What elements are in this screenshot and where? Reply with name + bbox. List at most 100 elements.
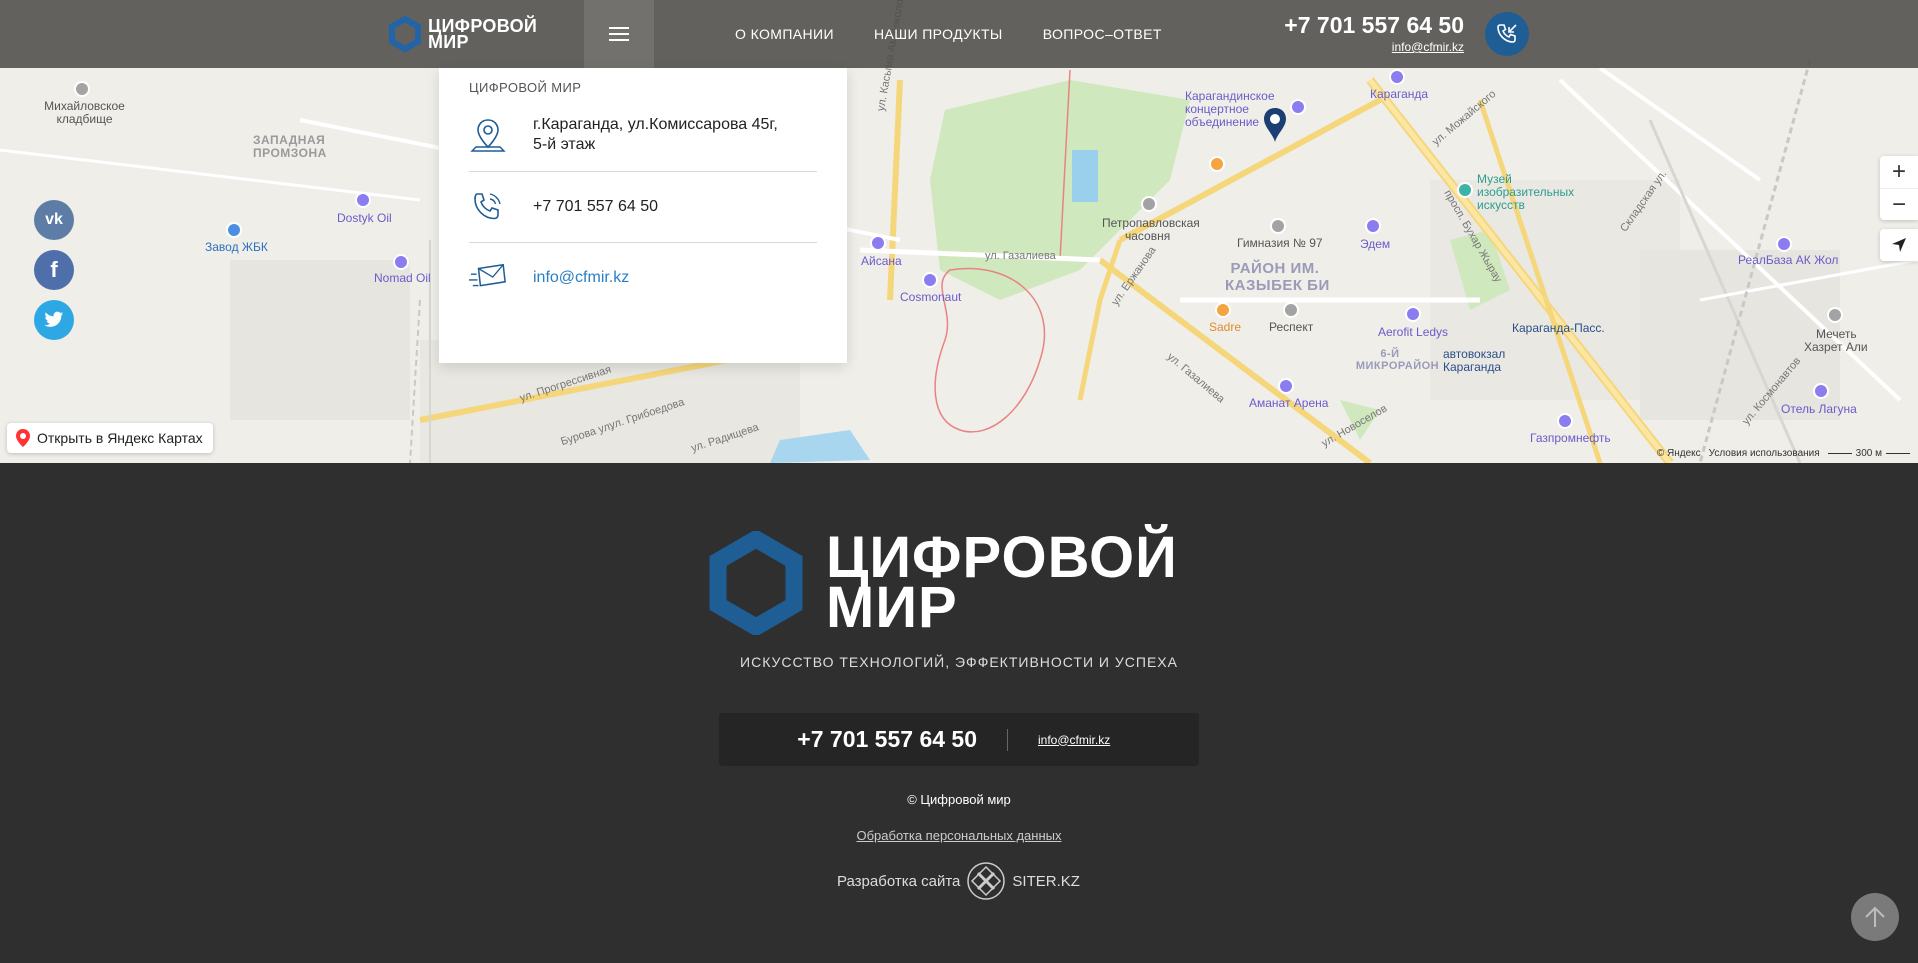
map-label: Эдем (1360, 237, 1391, 251)
map-label: РАЙОН ИМ. (1230, 260, 1320, 277)
hexagon-logo-icon (709, 531, 803, 635)
card-address: г.Караганда, ул.Комиссарова 45г, 5-й эта… (533, 116, 778, 153)
map-attribution: © Яндекс Условия использования 300 м (1657, 448, 1910, 459)
location-pin-icon[interactable] (1262, 106, 1288, 144)
nav-faq[interactable]: ВОПРОС–ОТВЕТ (1043, 26, 1162, 42)
card-phone[interactable]: +7 701 557 64 50 (533, 197, 658, 217)
nav-products[interactable]: НАШИ ПРОДУКТЫ (874, 26, 1003, 42)
factory-poi-icon[interactable] (226, 222, 242, 238)
shop-poi-icon[interactable] (1776, 236, 1792, 252)
open-yandex-label: Открыть в Яндекс Картах (37, 430, 203, 446)
zoom-in-button[interactable]: + (1880, 156, 1918, 188)
map-label: РеалБаза АК Жол (1738, 253, 1839, 267)
map-label: Газпромнефть (1530, 431, 1611, 445)
fuel-poi-icon[interactable] (1557, 413, 1573, 429)
place-poi-icon[interactable] (1283, 302, 1299, 318)
map-label: МИКРОРАЙОН (1355, 360, 1440, 372)
privacy-link[interactable]: Обработка персональных данных (0, 828, 1918, 843)
map-label: ПРОМЗОНА (253, 146, 327, 160)
fuel-poi-icon[interactable] (393, 254, 409, 270)
yandex-map[interactable]: Михайловское кладбище ЗАПАДНАЯ ПРОМЗОНА … (0, 0, 1918, 463)
menu-button[interactable] (584, 0, 654, 68)
map-scale: 300 м (1827, 448, 1910, 459)
vk-icon: vk (45, 211, 63, 228)
location-icon (469, 116, 507, 154)
map-label: объединение (1185, 115, 1260, 129)
header-logo[interactable]: ЦИФРОВОЙ МИР (388, 16, 537, 52)
map-label: Михайловское кладбище (44, 99, 125, 126)
museum-poi-icon[interactable] (1457, 182, 1473, 198)
fitness-poi-icon[interactable] (1405, 306, 1421, 322)
map-label: Хазрет Али (1804, 340, 1868, 354)
map-label: Sadre (1209, 320, 1242, 334)
scroll-to-top-button[interactable] (1851, 893, 1899, 941)
footer-email[interactable]: info@cfmir.kz (1008, 733, 1110, 747)
map-label: Караганда (1443, 360, 1502, 374)
yandex-copyright[interactable]: © Яндекс (1657, 448, 1701, 459)
school-poi-icon[interactable] (1270, 218, 1286, 234)
envelope-icon (469, 259, 507, 297)
footer-logo[interactable]: ЦИФРОВОЙ МИР (708, 525, 1178, 640)
map-label: Aerofit Ledys (1378, 325, 1449, 339)
callback-button[interactable] (1485, 12, 1529, 56)
site-header: ЦИФРОВОЙ МИР О КОМПАНИИ НАШИ ПРОДУКТЫ ВО… (0, 0, 1918, 68)
map-label: Cosmonaut (900, 290, 962, 304)
shop-poi-icon[interactable] (1365, 218, 1381, 234)
zoom-out-button[interactable]: − (1880, 188, 1918, 220)
twitter-icon (44, 311, 64, 327)
card-address-row: г.Караганда, ул.Комиссарова 45г, 5-й эта… (469, 111, 817, 172)
fuel-poi-icon[interactable] (355, 192, 371, 208)
station-poi-icon[interactable] (1389, 69, 1405, 85)
twitter-link[interactable] (34, 300, 74, 340)
footer-logo-text: ЦИФРОВОЙ МИР (826, 525, 1178, 640)
facebook-link[interactable]: f (34, 250, 74, 290)
restaurant-poi-icon[interactable] (1215, 302, 1231, 318)
map-label: Аманат Арена (1249, 396, 1329, 410)
card-email-row: info@cfmir.kz (469, 243, 817, 313)
shop-poi-icon[interactable] (922, 272, 938, 288)
music-poi-icon[interactable] (1290, 99, 1306, 115)
nav-about[interactable]: О КОМПАНИИ (735, 26, 834, 42)
geolocation-button[interactable] (1880, 229, 1918, 261)
siter-link[interactable]: SITER.KZ (966, 861, 1080, 901)
mosque-poi-icon[interactable] (1827, 307, 1843, 323)
phone-icon (469, 188, 507, 226)
map-pin-icon (16, 429, 30, 447)
map-label: Гимназия № 97 (1237, 236, 1323, 250)
terms-link[interactable]: Условия использования (1709, 448, 1820, 459)
hexagon-logo-icon (389, 16, 421, 52)
social-links: vk f (34, 200, 74, 340)
cafe-poi-icon[interactable] (1209, 156, 1225, 172)
footer-copyright: © Цифровой мир (907, 792, 1011, 807)
header-email[interactable]: info@cfmir.kz (1392, 40, 1464, 54)
footer-contact-box: +7 701 557 64 50 info@cfmir.kz (719, 713, 1199, 766)
card-email[interactable]: info@cfmir.kz (533, 268, 629, 288)
map-label: искусств (1477, 198, 1525, 212)
arrow-up-icon (1865, 906, 1885, 927)
hamburger-icon (609, 27, 629, 29)
arena-poi-icon[interactable] (1278, 378, 1294, 394)
map-label: Nomad Oil (374, 271, 431, 285)
footer-slogan: ИСКУССТВО ТЕХНОЛОГИЙ, ЭФФЕКТИВНОСТИ И УС… (740, 654, 1178, 670)
map-label: часовня (1125, 229, 1171, 243)
map-label: Респект (1269, 320, 1314, 334)
map-label: ул. Газалиева (985, 250, 1056, 262)
hotel-poi-icon[interactable] (1813, 383, 1829, 399)
navigation-arrow-icon (1892, 238, 1906, 252)
cemetery-poi-icon[interactable] (74, 81, 90, 97)
facebook-icon: f (50, 257, 58, 282)
map-label: КАЗЫБЕК БИ (1225, 277, 1330, 294)
footer-phone[interactable]: +7 701 557 64 50 (719, 726, 1007, 753)
site-footer: ЦИФРОВОЙ МИР ИСКУССТВО ТЕХНОЛОГИЙ, ЭФФЕК… (0, 463, 1918, 963)
card-phone-row: +7 701 557 64 50 (469, 172, 817, 243)
open-yandex-maps-button[interactable]: Открыть в Яндекс Картах (7, 423, 213, 453)
chapel-poi-icon[interactable] (1141, 196, 1157, 212)
dev-label: Разработка сайта (837, 872, 961, 890)
vk-link[interactable]: vk (34, 200, 74, 240)
map-label: Караганда-Пасс. (1512, 321, 1605, 335)
header-phone[interactable]: +7 701 557 64 50 (1284, 12, 1464, 39)
map-label: Айсана (861, 254, 902, 268)
siter-logo-icon (967, 862, 1006, 900)
contact-card: ЦИФРОВОЙ МИР г.Караганда, ул.Комиссарова… (439, 68, 847, 363)
shop-poi-icon[interactable] (870, 235, 886, 251)
